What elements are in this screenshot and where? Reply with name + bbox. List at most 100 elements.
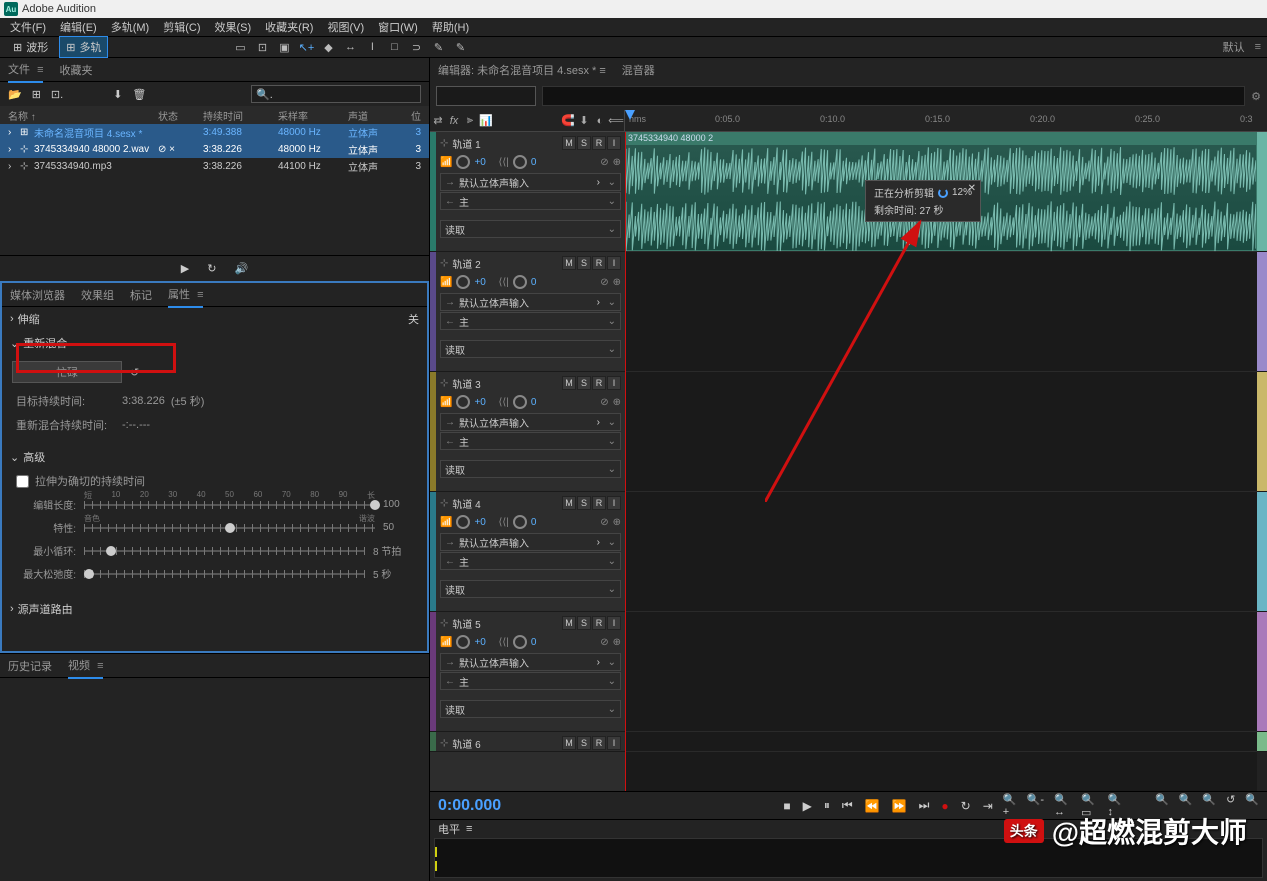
track-minimap-block[interactable] — [1257, 132, 1267, 252]
forward-button[interactable]: ⏩ — [892, 799, 907, 813]
col-samplerate[interactable]: 采样率 — [278, 108, 348, 123]
monitor-button[interactable]: I — [607, 496, 621, 510]
tab-mixer[interactable]: 混音器 — [622, 62, 655, 78]
menu-favorites[interactable]: 收藏夹(R) — [259, 17, 319, 37]
timecode-display[interactable]: 0:00.000 — [438, 797, 583, 815]
input-dropdown[interactable]: →默认立体声输入 › ⊘ — [440, 413, 621, 431]
track-minimap-block[interactable] — [1257, 372, 1267, 492]
rewind-button[interactable]: ⏪ — [865, 799, 880, 813]
volume-knob[interactable] — [456, 515, 470, 529]
pan-value[interactable]: 0 — [531, 637, 551, 648]
record-arm-button[interactable]: R — [592, 736, 606, 750]
track-minimap-block[interactable] — [1257, 612, 1267, 732]
read-mode-dropdown[interactable]: 读取 — [440, 220, 621, 238]
play-icon[interactable]: ▶ — [181, 262, 189, 275]
target-duration-value[interactable]: 3:38.226 — [122, 395, 165, 407]
solo-button[interactable]: S — [577, 136, 591, 150]
close-icon[interactable]: ✕ — [968, 183, 976, 194]
read-mode-dropdown[interactable]: 读取 — [440, 580, 621, 598]
stretch-exact-checkbox[interactable] — [16, 475, 29, 488]
snap-icon[interactable]: 🧲 — [560, 114, 576, 127]
eq-icon[interactable]: 📊 — [478, 114, 494, 127]
move-tool-icon[interactable]: ↖+ — [298, 39, 314, 55]
file-row[interactable]: › ⊞ 未命名混音项目 4.sesx * 3:49.388 48000 Hz 立… — [0, 124, 429, 141]
go-start-button[interactable]: ⏮ — [842, 798, 853, 813]
monitor-button[interactable]: I — [607, 136, 621, 150]
monitor-button[interactable]: I — [607, 256, 621, 270]
track-grip-icon[interactable]: ⊹ — [440, 498, 448, 509]
lasso-tool-icon[interactable]: ⊃ — [408, 39, 424, 55]
stereo-icon[interactable]: ⊘ — [600, 517, 608, 528]
pan-knob[interactable] — [513, 275, 527, 289]
record-file-icon[interactable]: ⊞ — [32, 88, 41, 101]
max-slack-slider[interactable] — [84, 573, 365, 575]
volume-knob[interactable] — [456, 395, 470, 409]
go-end-button[interactable]: ⏭ — [919, 798, 930, 813]
file-row[interactable]: › ⊹ 3745334940 48000 2.wav ⊘ × 3:38.226 … — [0, 141, 429, 158]
track-lane[interactable] — [625, 372, 1257, 492]
levels-menu-icon[interactable]: ≡ — [466, 823, 472, 835]
menu-clip[interactable]: 剪辑(C) — [157, 17, 206, 37]
phase-icon[interactable]: ⊕ — [613, 397, 621, 408]
menu-edit[interactable]: 编辑(E) — [54, 17, 103, 37]
record-arm-button[interactable]: R — [592, 256, 606, 270]
source-routing-section[interactable]: › 源声道路由 — [2, 597, 427, 621]
toggle-loop-icon[interactable]: ⇄ — [430, 114, 446, 127]
timeline-ruler[interactable]: ⇄ fx ⫸ 📊 🧲 ⬇ ◐ ⟸ hms 0:05.00:10.00:15.00… — [430, 110, 1267, 132]
menu-effects[interactable]: 效果(S) — [209, 17, 258, 37]
record-arm-button[interactable]: R — [592, 616, 606, 630]
stereo-icon[interactable]: ⊘ — [600, 637, 608, 648]
feature-slider[interactable]: 音色谐波 — [84, 527, 375, 529]
open-file-icon[interactable]: 📂 — [8, 88, 22, 101]
track-minimap-block[interactable] — [1257, 732, 1267, 752]
pan-value[interactable]: 0 — [531, 157, 551, 168]
output-dropdown[interactable]: ←主 — [440, 672, 621, 690]
stretch-section[interactable]: › 伸缩 关 — [2, 307, 427, 331]
mute-button[interactable]: M — [562, 376, 576, 390]
track-lane[interactable] — [625, 612, 1257, 732]
track-header[interactable]: ⊹ 轨道 3 M S R I 📶 +0 ⟨⟨| 0 ⊘ ⊕ →默认立体声输入 — [430, 372, 625, 492]
workspace-menu-icon[interactable]: ≡ — [1255, 41, 1261, 53]
tab-effects-rack[interactable]: 效果组 — [81, 283, 114, 307]
col-bits[interactable]: 位 — [398, 108, 421, 123]
solo-button[interactable]: S — [577, 616, 591, 630]
import-icon[interactable]: ⬇ — [113, 88, 122, 101]
record-arm-button[interactable]: R — [592, 496, 606, 510]
mute-button[interactable]: M — [562, 736, 576, 750]
tab-favorites[interactable]: 收藏夹 — [59, 58, 92, 82]
volume-value[interactable]: +0 — [474, 277, 494, 288]
min-loop-slider[interactable] — [84, 550, 365, 552]
playhead-return-icon[interactable]: ⟸ — [608, 114, 624, 127]
mute-button[interactable]: M — [562, 496, 576, 510]
track-header[interactable]: ⊹ 轨道 4 M S R I 📶 +0 ⟨⟨| 0 ⊘ ⊕ →默认立体声输入 — [430, 492, 625, 612]
zoom-out-full-icon[interactable]: 🔍 — [1245, 793, 1259, 819]
stop-button[interactable]: ■ — [783, 799, 790, 813]
menu-help[interactable]: 帮助(H) — [426, 17, 475, 37]
volume-value[interactable]: +0 — [474, 517, 494, 528]
col-duration[interactable]: 持续时间 — [203, 108, 278, 123]
pan-knob[interactable] — [513, 395, 527, 409]
loop-playback-button[interactable]: ↻ — [961, 799, 971, 813]
pan-knob[interactable] — [513, 635, 527, 649]
track-header[interactable]: ⊹ 轨道 1 M S R I 📶 +0 ⟨⟨| 0 ⊘ ⊕ →默认立体声输入 — [430, 132, 625, 252]
track-name[interactable]: 轨道 5 — [452, 616, 558, 631]
volume-knob[interactable] — [456, 635, 470, 649]
heal-tool-icon[interactable]: ✎ — [452, 39, 468, 55]
output-dropdown[interactable]: ←主 — [440, 432, 621, 450]
expand-icon[interactable]: › — [8, 127, 20, 138]
tab-markers[interactable]: 标记 — [130, 283, 152, 307]
send-icon[interactable]: ⫸ — [462, 114, 478, 127]
slip-tool-icon[interactable]: ↔ — [342, 39, 358, 55]
track-name[interactable]: 轨道 3 — [452, 376, 558, 391]
track-grip-icon[interactable]: ⊹ — [440, 138, 448, 149]
phase-icon[interactable]: ⊕ — [613, 517, 621, 528]
pan-value[interactable]: 0 — [531, 277, 551, 288]
volume-value[interactable]: +0 — [474, 397, 494, 408]
solo-button[interactable]: S — [577, 376, 591, 390]
tool-icon-1[interactable]: ▭ — [232, 39, 248, 55]
marquee-tool-icon[interactable]: □ — [386, 39, 402, 55]
record-button[interactable]: ● — [941, 799, 948, 813]
volume-value[interactable]: +0 — [474, 637, 494, 648]
track-minimap-block[interactable] — [1257, 492, 1267, 612]
volume-knob[interactable] — [456, 275, 470, 289]
